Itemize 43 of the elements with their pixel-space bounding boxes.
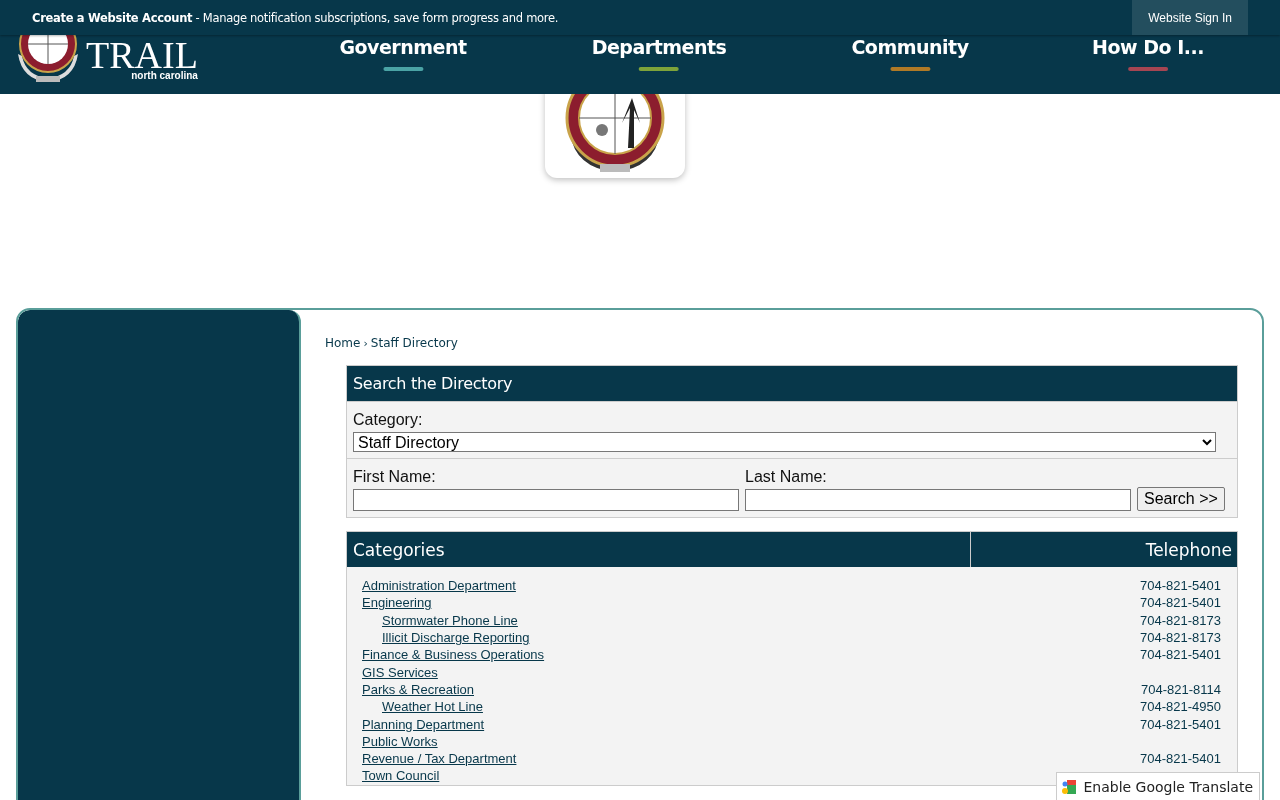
translate-icon [1061, 778, 1078, 795]
breadcrumb-link[interactable]: Staff Directory [370, 336, 458, 350]
phone-number: 704-821-8173 [1140, 630, 1221, 646]
category-link[interactable]: Stormwater Phone Line [382, 612, 518, 628]
account-notice: Create a Website Account - Manage notification subscriptions, save form progress and more. [32, 10, 559, 25]
phone-number: 704-821-5401 [1140, 751, 1221, 767]
column-header: Categories [347, 532, 971, 567]
panel-title: Search the Directory [347, 366, 1237, 401]
nav-item[interactable]: Community [851, 36, 969, 71]
sign-in-button[interactable]: Website Sign In [1132, 0, 1248, 35]
nav-item[interactable]: Government [339, 36, 467, 71]
column-header: Telephone [1144, 538, 1233, 562]
nav-item[interactable]: Departments [591, 36, 727, 71]
breadcrumb-link[interactable]: Home [325, 336, 361, 350]
category-link[interactable]: Finance & Business Operations [362, 647, 545, 663]
category-link[interactable]: Engineering [362, 595, 432, 611]
category-link[interactable]: GIS Services [362, 664, 438, 680]
search-button[interactable]: Search >> [1137, 487, 1225, 511]
phone-number: 704-821-8114 [1141, 681, 1221, 697]
category-link[interactable]: Town Council [362, 768, 440, 784]
phone-number: 704-821-5401 [1140, 647, 1221, 663]
category-link[interactable]: Administration Department [362, 578, 516, 594]
nav-item[interactable]: How Do I... [1092, 36, 1204, 71]
phone-number: 704-821-5401 [1140, 716, 1221, 732]
category-link[interactable]: Weather Hot Line [382, 699, 483, 715]
phone-number: 704-821-4950 [1140, 699, 1221, 715]
phone-number: 704-821-5401 [1140, 578, 1221, 594]
category-link[interactable]: Parks & Recreation [362, 681, 474, 697]
field-label: Category: [353, 411, 424, 429]
category-link[interactable]: Public Works [362, 733, 438, 749]
category-select[interactable]: Staff Directory [353, 432, 1216, 452]
field-label: First Name: [353, 468, 437, 486]
phone-number: 704-821-8173 [1140, 612, 1221, 628]
category-link[interactable]: Revenue / Tax Department [362, 751, 517, 767]
category-link[interactable]: Planning Department [362, 716, 485, 732]
input-field[interactable] [745, 489, 1131, 511]
field-label: Last Name: [745, 468, 828, 486]
translate-button[interactable]: Enable Google Translate [1056, 772, 1260, 800]
phone-number: 704-821-5401 [1140, 595, 1221, 611]
logo-subtitle: north carolina [131, 70, 198, 80]
input-field[interactable] [353, 489, 739, 511]
breadcrumb-separator: › [363, 336, 368, 350]
category-link[interactable]: Illicit Discharge Reporting [382, 630, 530, 646]
